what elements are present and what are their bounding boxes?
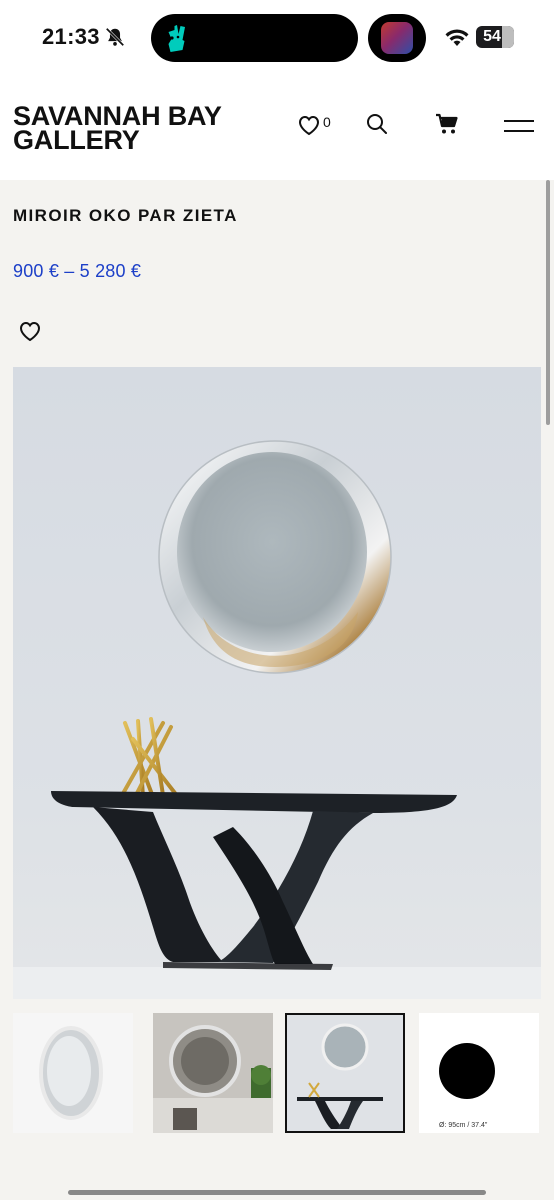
thumb-mirror-front[interactable] (13, 1013, 133, 1133)
thumbnail-strip: Ø: 95cm / 37.4" (13, 1013, 541, 1135)
live-activity[interactable] (368, 14, 426, 62)
bell-muted-icon (105, 27, 125, 47)
deliveroo-icon (168, 25, 185, 52)
status-bar: 21:33 54 (0, 0, 554, 78)
status-time: 21:33 (42, 24, 100, 49)
logo-line-2: GALLERY (13, 125, 140, 155)
wishlist-heart-icon[interactable] (297, 114, 321, 136)
thumb-mirror-console[interactable] (285, 1013, 405, 1133)
site-header: SAVANNAH BAY GALLERY 0 (0, 78, 554, 180)
wifi-icon (445, 29, 469, 46)
thumb-dimension-caption: Ø: 95cm / 37.4" (439, 1122, 488, 1129)
product-main-image[interactable] (13, 367, 541, 999)
scroll-indicator[interactable] (546, 180, 550, 425)
product-title: MIROIR OKO PAR ZIETA (13, 206, 238, 225)
dynamic-island[interactable] (151, 14, 358, 62)
add-to-wishlist-heart-icon[interactable] (18, 320, 42, 342)
product-price-range: 900 € – 5 280 € (13, 261, 142, 281)
search-icon[interactable] (366, 113, 388, 135)
mirror-console-photo (13, 367, 541, 999)
thumb-mirror-interior[interactable] (153, 1013, 273, 1133)
app-thumbnail-icon (381, 22, 413, 54)
battery-percent: 54 (483, 28, 501, 45)
home-indicator[interactable] (68, 1190, 486, 1195)
thumb-mirror-dimensions[interactable]: Ø: 95cm / 37.4" (419, 1013, 539, 1133)
battery-indicator: 54 (476, 26, 514, 48)
wishlist-count: 0 (323, 114, 331, 130)
cart-icon[interactable] (435, 112, 459, 136)
site-logo[interactable]: SAVANNAH BAY GALLERY (13, 103, 222, 155)
hamburger-menu-icon[interactable] (504, 118, 534, 134)
